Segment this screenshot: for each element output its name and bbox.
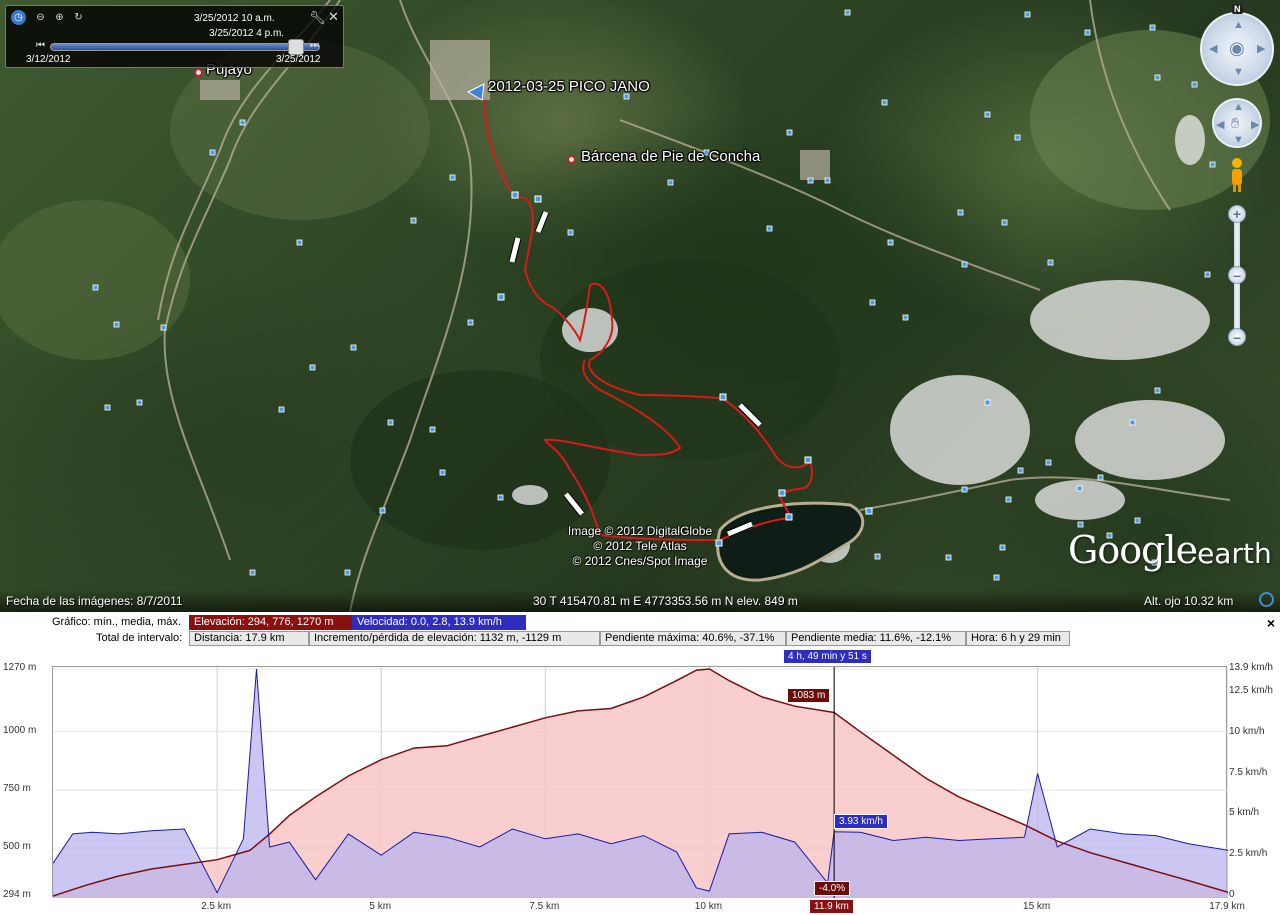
distance-tick-label: 5 km [369, 901, 392, 912]
cursor-coordinates: 30 T 415470.81 m E 4773353.56 m N elev. … [533, 594, 798, 608]
eye-altitude: Alt. ojo 10.32 km [1144, 594, 1234, 608]
time-slider-track[interactable] [50, 43, 320, 51]
google-earth-logo: Googleearth [1068, 528, 1272, 572]
elevation-stat-button[interactable]: Elevación: 294, 776, 1270 m [189, 615, 352, 630]
cursor-elevation-tag: 1083 m [787, 688, 831, 703]
speed-tick-label: 13.9 km/h [1229, 662, 1273, 673]
speed-tick-label: 2.5 km/h [1229, 848, 1268, 860]
look-right-icon[interactable]: ▶ [1257, 42, 1265, 55]
distance-tick-label: 2.5 km [201, 901, 232, 912]
avg-slope-stat: Pendiente media: 11.6%, -12.1% [786, 631, 966, 646]
zoom-out-time-icon[interactable]: ⊖ [33, 10, 48, 25]
loading-indicator-icon [1259, 592, 1274, 607]
look-up-icon[interactable]: ▲ [1233, 19, 1244, 31]
look-down-icon[interactable]: ▼ [1233, 66, 1244, 78]
hand-icon: ✋︎ [1231, 115, 1240, 132]
eye-icon: ◉ [1229, 38, 1245, 58]
street-view-pegman-icon[interactable] [1228, 157, 1246, 193]
elevation-tick-label: 1000 m [3, 724, 37, 736]
elevation-tick-label: 1270 m [3, 662, 37, 673]
look-left-icon[interactable]: ◀ [1209, 42, 1217, 55]
time-range-end: 3/25/2012 4 p.m. [209, 28, 285, 39]
place-marker-icon[interactable] [194, 68, 203, 77]
compass-north-label[interactable]: N [1232, 4, 1243, 14]
credit-line: © 2012 Tele Atlas [593, 539, 687, 553]
distance-tick-label: 7.5 km [529, 901, 560, 912]
time-range-start: 3/25/2012 10 a.m. [194, 13, 275, 24]
elevation-gain-stat: Incremento/pérdida de elevación: 1132 m,… [309, 631, 600, 646]
zoom-slider-handle[interactable]: – [1228, 266, 1246, 284]
speed-tick-label: 7.5 km/h [1229, 766, 1268, 778]
max-slope-stat: Pendiente máxima: 40.6%, -37.1% [600, 631, 786, 646]
elevation-tick-label: 750 m [3, 782, 31, 794]
cursor-time-tag: 4 h, 49 min y 51 s [783, 649, 872, 664]
profile-chart[interactable] [52, 667, 1229, 898]
logo-google-text: Google [1068, 528, 1198, 572]
wrench-icon[interactable]: 🔧︎ [309, 10, 326, 26]
cursor-slope-tag: -4.0% [814, 881, 851, 896]
zoom-in-button[interactable]: + [1228, 205, 1246, 223]
elevation-tick-label: 500 m [3, 841, 31, 853]
imagery-credits: Image © 2012 DigitalGlobe © 2012 Tele At… [560, 524, 720, 569]
graph-label: Gráfico: mín., media, máx. [52, 616, 181, 628]
skip-back-icon[interactable]: ⏮︎ [36, 40, 45, 51]
zoom-out-button[interactable]: – [1228, 328, 1246, 346]
distance-tick-label: 15 km [1023, 901, 1051, 912]
move-up-icon[interactable]: ▲ [1233, 101, 1244, 113]
duration-stat: Hora: 6 h y 29 min [966, 631, 1070, 646]
track-title-label[interactable]: 2012-03-25 PICO JANO [488, 78, 650, 95]
move-control[interactable]: ▲ ▼ ◀ ▶ ✋︎ [1212, 98, 1262, 148]
speed-tick-label: 5 km/h [1229, 807, 1260, 819]
credit-line: © 2012 Cnes/Spot Image [572, 554, 708, 568]
move-down-icon[interactable]: ▼ [1233, 134, 1244, 146]
speed-tick-label: 10 km/h [1229, 725, 1265, 737]
speed-tick-label: 12.5 km/h [1229, 684, 1273, 696]
speed-stat-button[interactable]: Velocidad: 0.0, 2.8, 13.9 km/h [352, 615, 526, 630]
interval-label: Total de intervalo: [96, 632, 183, 644]
clock-icon[interactable]: ◷ [11, 10, 26, 25]
time-slider-handle[interactable] [288, 39, 304, 55]
time-reset-icon[interactable]: ↻ [71, 10, 86, 25]
distance-tick-label: 10 km [694, 901, 723, 912]
place-marker-icon[interactable] [567, 155, 576, 164]
elevation-tick-label: 294 m [3, 889, 31, 900]
status-bar: Fecha de las imágenes: 8/7/2011 30 T 415… [0, 590, 1280, 612]
close-icon[interactable]: ✕ [328, 9, 339, 25]
skip-forward-icon[interactable]: ⏭︎ [310, 40, 319, 51]
place-label-barcena[interactable]: Bárcena de Pie de Concha [581, 148, 760, 165]
slider-end-date: 3/25/2012 [276, 54, 321, 65]
distance-tick-label: 17.9 km [1209, 901, 1245, 912]
time-slider-panel: ◷ ⊖ ⊕ ↻ 3/25/2012 10 a.m. 3/25/2012 4 p.… [5, 5, 344, 68]
move-right-icon[interactable]: ▶ [1251, 118, 1259, 131]
look-control[interactable]: N ▲ ▼ ◀ ▶ ◉ [1200, 4, 1274, 86]
move-left-icon[interactable]: ◀ [1216, 118, 1224, 131]
profile-plot[interactable] [52, 666, 1229, 898]
imagery-date: Fecha de las imágenes: 8/7/2011 [6, 594, 183, 608]
slider-start-date: 3/12/2012 [26, 54, 71, 65]
logo-earth-text: earth [1197, 537, 1272, 570]
map-view[interactable]: Pujayo Bárcena de Pie de Concha 2012-03-… [0, 0, 1280, 612]
distance-stat: Distancia: 17.9 km [189, 631, 309, 646]
cursor-speed-tag: 3.93 km/h [834, 814, 888, 829]
cursor-distance-tag: 11.9 km [809, 899, 854, 914]
close-profile-button[interactable]: × [1267, 615, 1275, 631]
zoom-in-time-icon[interactable]: ⊕ [52, 10, 67, 25]
elevation-profile-panel: Gráfico: mín., media, máx. Elevación: 29… [0, 612, 1280, 915]
speed-tick-label: 0 [1229, 889, 1235, 900]
credit-line: Image © 2012 DigitalGlobe [567, 524, 713, 538]
